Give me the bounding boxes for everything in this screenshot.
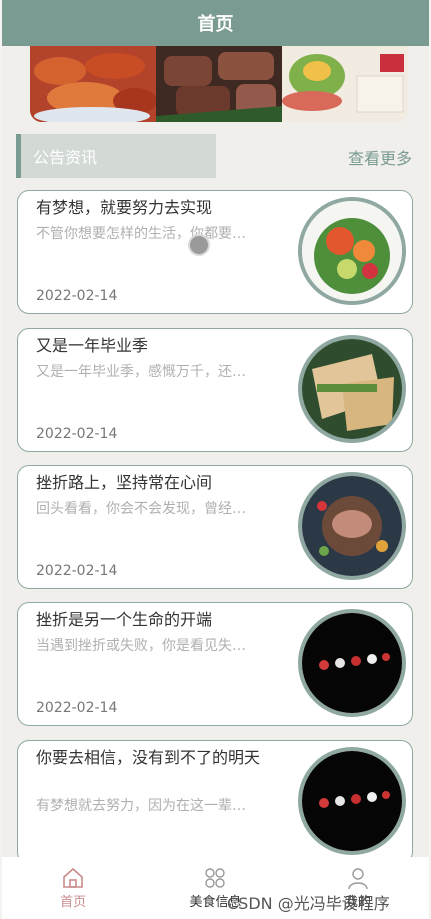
page-header: 首页 xyxy=(2,0,429,46)
loading-spinner xyxy=(188,234,210,256)
article-card[interactable]: 你要去相信，没有到不了的明天 有梦想就去努力，因为在这一辈… xyxy=(17,740,413,864)
watermark-text: CSDN @光冯毕设程序 xyxy=(227,894,390,913)
article-summary: 回头看看，你会不会发现，曾经… xyxy=(36,501,246,517)
notice-section-header: 公告资讯 xyxy=(16,134,216,178)
article-summary: 又是一年毕业季，感慨万千，还… xyxy=(36,364,246,380)
article-thumbnail-salad xyxy=(298,197,406,305)
user-icon xyxy=(346,865,370,891)
article-title: 你要去相信，没有到不了的明天 xyxy=(36,748,261,767)
article-summary: 不管你想要怎样的生活，你都要… xyxy=(36,226,246,242)
banner-image-dessert[interactable] xyxy=(282,46,408,122)
article-date: 2022-02-14 xyxy=(36,563,118,579)
article-card[interactable]: 挫折是另一个生命的开端 当遇到挫折或失败，你是看见失… 2022-02-14 xyxy=(17,602,413,726)
notice-section-title: 公告资讯 xyxy=(33,148,98,167)
article-date: 2022-02-14 xyxy=(36,426,118,442)
article-thumbnail-appetizers xyxy=(298,747,406,855)
article-card[interactable]: 又是一年毕业季 又是一年毕业季，感慨万千，还… 2022-02-14 xyxy=(17,328,413,452)
page-title: 首页 xyxy=(197,14,234,35)
article-date: 2022-02-14 xyxy=(36,700,118,716)
article-card[interactable]: 挫折路上，坚持常在心间 回头看看，你会不会发现，曾经… 2022-02-14 xyxy=(17,465,413,589)
banner-image-crawfish[interactable] xyxy=(30,46,156,122)
banner-carousel[interactable] xyxy=(30,46,408,122)
view-more-link[interactable]: 查看更多 xyxy=(348,145,412,169)
article-summary: 当遇到挫折或失败，你是看见失… xyxy=(36,638,246,654)
article-thumbnail-appetizers xyxy=(298,609,406,717)
article-card[interactable]: 有梦想，就要努力去实现 不管你想要怎样的生活，你都要… 2022-02-14 xyxy=(17,190,413,314)
article-title: 有梦想，就要努力去实现 xyxy=(36,198,213,217)
article-title: 挫折路上，坚持常在心间 xyxy=(36,473,213,492)
grid-icon xyxy=(203,865,227,891)
tab-home[interactable]: 首页 xyxy=(2,857,144,919)
home-icon xyxy=(61,865,85,891)
banner-image-steak[interactable] xyxy=(156,46,282,122)
article-summary: 有梦想就去努力，因为在这一辈… xyxy=(36,798,246,814)
tab-home-label: 首页 xyxy=(60,895,87,910)
article-thumbnail-sandwich xyxy=(298,335,406,443)
article-title: 又是一年毕业季 xyxy=(36,336,149,355)
article-title: 挫折是另一个生命的开端 xyxy=(36,610,213,629)
article-thumbnail-meat-platter xyxy=(298,472,406,580)
app-screen: 首页 公告资讯 查看更多 有梦想，就要努力去实现 不管你想要怎样的生活，你都要…… xyxy=(2,0,429,919)
article-date: 2022-02-14 xyxy=(36,288,118,304)
